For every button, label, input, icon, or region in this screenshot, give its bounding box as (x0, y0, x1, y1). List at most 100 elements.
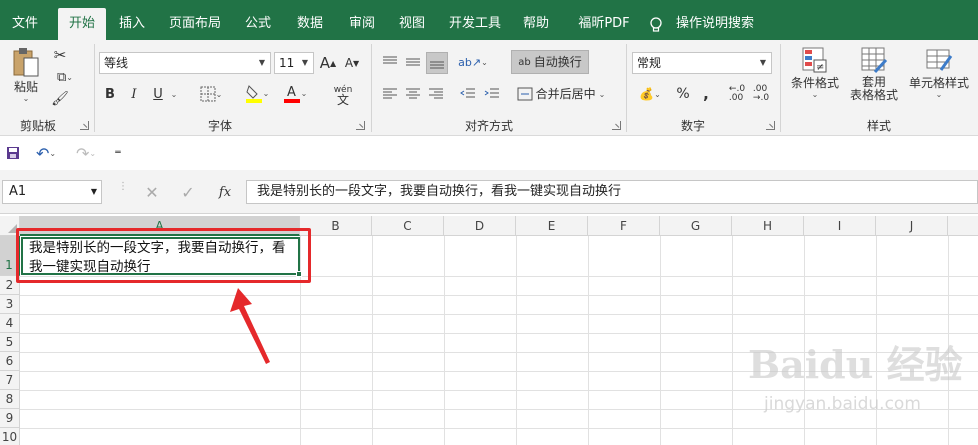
gridline (372, 236, 373, 445)
bold-button[interactable]: B (102, 84, 118, 104)
font-name-select[interactable]: 等线 ▼ (99, 52, 271, 74)
tab-data[interactable]: 数据 (288, 8, 332, 40)
format-as-table-label-2: 表格格式 (849, 88, 898, 102)
enter-button[interactable]: ✓ (176, 182, 200, 202)
column-header-g[interactable]: G (660, 216, 732, 236)
redo-button[interactable]: ↷ ⌄ (70, 143, 102, 163)
underline-button[interactable]: U (150, 84, 166, 104)
orientation-button[interactable]: ab↗ ⌄ (458, 52, 488, 72)
alignment-launcher-icon[interactable] (612, 121, 621, 130)
align-left-button[interactable] (380, 84, 400, 104)
formula-input[interactable]: 我是特别长的一段文字，我要自动换行，看我一键实现自动换行 (246, 180, 978, 204)
percent-button[interactable]: % (674, 84, 692, 104)
shrink-font-button[interactable]: A ▼ (342, 52, 362, 74)
lightbulb-icon (650, 17, 662, 32)
row-header-8[interactable]: 8 (0, 390, 20, 409)
cell-styles-button[interactable]: 单元格样式 ⌄ (904, 46, 974, 112)
align-left-icon (383, 88, 397, 99)
align-right-button[interactable] (426, 84, 446, 104)
wrap-text-icon: ab (518, 56, 531, 68)
column-header-k[interactable] (948, 216, 978, 236)
divider (780, 44, 781, 132)
chevron-down-icon: ⌄ (170, 89, 178, 99)
tab-file[interactable]: 文件 (0, 8, 50, 40)
phonetic-char: 文 (336, 93, 349, 107)
column-header-d[interactable]: D (444, 216, 516, 236)
increase-decimal-button[interactable]: ←.0.00 (728, 84, 746, 104)
accounting-format-button[interactable]: 💰 ⌄ (634, 84, 666, 104)
tell-me-search[interactable]: 操作说明搜索 (670, 8, 760, 40)
name-box[interactable]: A1 ▼ (2, 180, 102, 204)
gridline (588, 236, 589, 445)
row-header-7[interactable]: 7 (0, 371, 20, 390)
align-middle-button[interactable] (403, 52, 423, 72)
number-format-select[interactable]: 常规 ▼ (632, 52, 772, 74)
number-launcher-icon[interactable] (766, 121, 775, 130)
wrap-text-button[interactable]: ab 自动换行 (511, 50, 589, 74)
customize-qat-button[interactable]: ═ (110, 143, 126, 163)
column-header-j[interactable]: J (876, 216, 948, 236)
tab-insert[interactable]: 插入 (110, 8, 154, 40)
paste-button[interactable]: 粘贴 ⌄ (6, 46, 46, 106)
conditional-formatting-button[interactable]: ≠ 条件格式 ⌄ (786, 46, 844, 110)
tab-foxit-pdf[interactable]: 福昕PDF (568, 8, 640, 40)
increase-indent-button[interactable] (482, 84, 502, 104)
tab-view[interactable]: 视图 (390, 8, 434, 40)
row-header-10[interactable]: 10 (0, 428, 20, 445)
tab-review[interactable]: 审阅 (340, 8, 384, 40)
clipboard-launcher-icon[interactable] (80, 121, 89, 130)
close-icon: ✕ (145, 182, 159, 202)
column-header-c[interactable]: C (372, 216, 444, 236)
name-box-value: A1 (9, 184, 27, 199)
clipboard-group-label: 剪贴板 (19, 119, 56, 133)
undo-button[interactable]: ↶ ⌄ (30, 143, 62, 163)
borders-button[interactable]: ⌄ (196, 84, 226, 104)
font-size-select[interactable]: 11 ▼ (274, 52, 314, 74)
svg-text:A: A (287, 85, 296, 100)
merge-center-button[interactable]: 合并后居中 ⌄ (513, 84, 609, 104)
gridline (444, 236, 445, 445)
format-painter-button[interactable]: 🖌 (50, 90, 70, 108)
chevron-down-icon: ⌄ (49, 148, 57, 158)
insert-function-button[interactable]: fx (212, 182, 238, 202)
align-center-button[interactable] (403, 84, 423, 104)
fill-color-button[interactable]: ⌄ (242, 82, 272, 104)
column-header-f[interactable]: F (588, 216, 660, 236)
splitter-handle-icon[interactable]: ⋮ (118, 182, 128, 200)
underline-dropdown[interactable]: ⌄ (168, 84, 180, 104)
tab-developer[interactable]: 开发工具 (442, 8, 508, 40)
chevron-down-icon: ⌄ (22, 94, 30, 103)
comma-button[interactable]: , (698, 84, 714, 104)
align-bottom-button[interactable] (426, 52, 448, 74)
copy-button[interactable]: ⧉ ⌄ (50, 68, 80, 86)
phonetic-guide-button[interactable]: wén 文 (326, 82, 360, 108)
row-header-3[interactable]: 3 (0, 295, 20, 314)
chevron-down-icon: ⌄ (481, 57, 488, 67)
row-header-6[interactable]: 6 (0, 352, 20, 371)
row-header-5[interactable]: 5 (0, 333, 20, 352)
cut-button[interactable]: ✂ (50, 46, 70, 64)
grow-font-button[interactable]: A ▲ (318, 52, 338, 74)
increase-indent-icon (484, 88, 499, 98)
row-header-4[interactable]: 4 (0, 314, 20, 333)
row-header-9[interactable]: 9 (0, 409, 20, 428)
column-header-h[interactable]: H (732, 216, 804, 236)
format-as-table-button[interactable]: 套用 表格格式 (846, 46, 902, 112)
tab-formulas[interactable]: 公式 (236, 8, 280, 40)
paste-icon (13, 48, 39, 77)
customize-dropdown-icon: ═ (115, 148, 121, 158)
tab-help[interactable]: 帮助 (514, 8, 558, 40)
tab-home[interactable]: 开始 (58, 8, 106, 40)
decrease-decimal-button[interactable]: .00 →.0 (752, 84, 770, 104)
tab-page-layout[interactable]: 页面布局 (162, 8, 228, 40)
column-header-e[interactable]: E (516, 216, 588, 236)
font-color-button[interactable]: A ⌄ (280, 82, 310, 104)
save-button[interactable] (4, 143, 22, 163)
italic-button[interactable]: I (126, 84, 142, 104)
align-top-button[interactable] (380, 52, 400, 72)
font-launcher-icon[interactable] (356, 121, 365, 130)
cancel-entry-button[interactable]: ✕ (140, 182, 164, 202)
decrease-indent-button[interactable] (458, 84, 478, 104)
column-header-i[interactable]: I (804, 216, 876, 236)
chevron-down-icon: ⌄ (66, 72, 73, 82)
